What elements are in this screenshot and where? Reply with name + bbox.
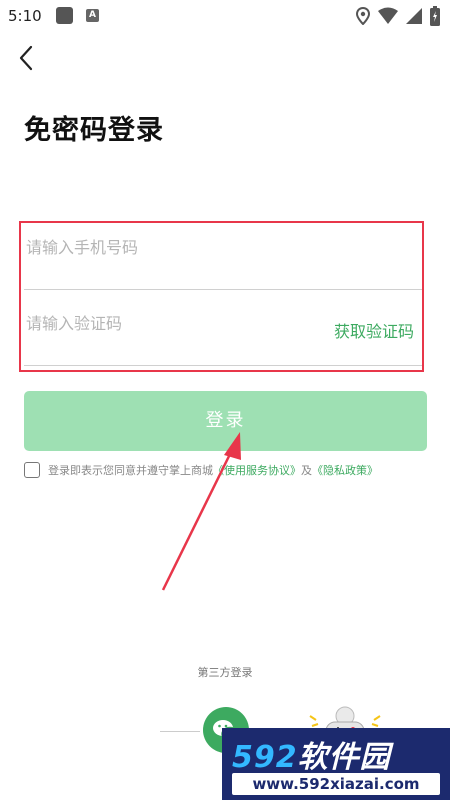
agreement-checkbox[interactable]	[24, 462, 40, 478]
app-notification-icon: A	[86, 9, 99, 22]
phone-placeholder: 请输入手机号码	[26, 238, 139, 257]
watermark-text: 软件园	[297, 740, 391, 775]
page-title: 免密码登录	[24, 115, 164, 146]
back-button[interactable]	[16, 44, 40, 72]
code-divider	[24, 365, 422, 366]
status-bar: 5:10 A	[0, 0, 450, 32]
status-icons	[356, 6, 440, 26]
agreement-prefix: 登录即表示您同意并遵守掌上商城	[48, 464, 213, 477]
battery-icon	[430, 6, 440, 26]
back-arrow-icon	[19, 45, 33, 71]
status-time: 5:10	[8, 7, 42, 25]
agreement-row: 登录即表示您同意并遵守掌上商城《使用服务协议》及《隐私政策》	[24, 460, 434, 480]
code-placeholder: 请输入验证码	[26, 314, 123, 333]
code-input[interactable]: 请输入验证码 获取验证码	[24, 294, 422, 366]
terms-link[interactable]: 《使用服务协议》	[213, 464, 301, 477]
agreement-text: 登录即表示您同意并遵守掌上商城《使用服务协议》及《隐私政策》	[48, 462, 378, 478]
site-watermark: 592软件园 www.592xiazai.com	[222, 728, 450, 800]
login-button[interactable]: 登录	[24, 391, 427, 451]
location-icon	[356, 7, 370, 25]
phone-input[interactable]: 请输入手机号码	[24, 218, 422, 290]
third-party-divider	[160, 731, 200, 732]
agreement-joiner: 及	[301, 464, 312, 477]
phone-divider	[24, 289, 422, 290]
watermark-number: 592	[232, 740, 298, 775]
get-code-button[interactable]: 获取验证码	[334, 318, 414, 342]
third-party-label: 第三方登录	[197, 666, 253, 679]
watermark-brand: 592软件园	[232, 732, 391, 776]
privacy-link[interactable]: 《隐私政策》	[312, 464, 378, 477]
notification-icon	[56, 7, 73, 24]
signal-icon	[406, 8, 422, 24]
wifi-icon	[378, 7, 398, 24]
watermark-url: www.592xiazai.com	[232, 773, 440, 795]
